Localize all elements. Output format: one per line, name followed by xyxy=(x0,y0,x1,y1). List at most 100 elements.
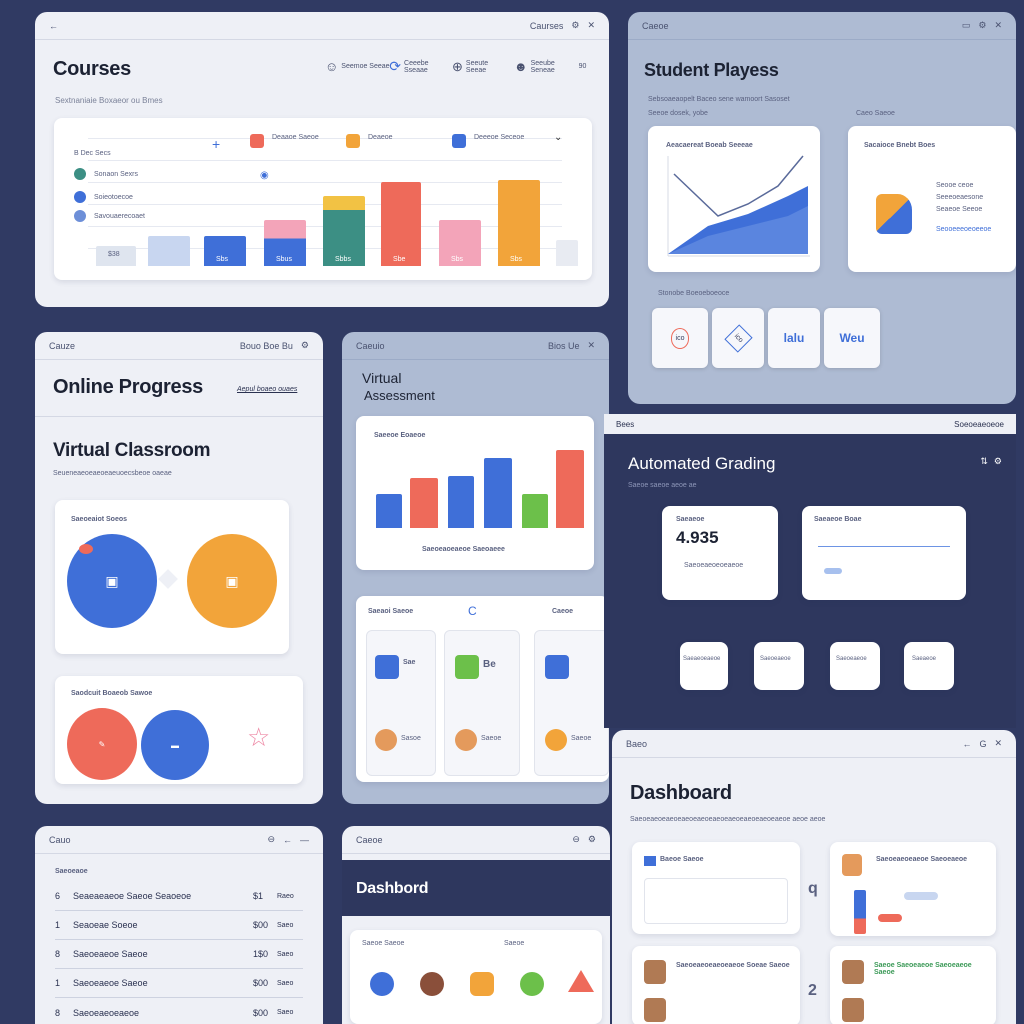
header-link[interactable]: Aepul boaeo ouaes xyxy=(237,386,297,393)
star-icon[interactable]: ☆ xyxy=(247,722,270,753)
row-num: 8 xyxy=(55,949,61,959)
header-action-label: Seemoe Seeae xyxy=(341,63,390,70)
table-row[interactable]: 6 Seaeaeaeoe Saeoe Seaoeoe $1 Raeo xyxy=(55,882,303,911)
dot-icon xyxy=(74,168,86,180)
monitor-icon: ▣ xyxy=(105,572,119,589)
avatar[interactable] xyxy=(420,972,444,996)
close-icon[interactable]: ✕ xyxy=(587,340,595,351)
panel-title: Virtual xyxy=(362,370,402,386)
assessment-tile[interactable]: Saeoe xyxy=(534,630,609,776)
assessment-tile[interactable]: Be Saeoe xyxy=(444,630,520,776)
grade-chip[interactable]: Saeaeoeaeoe xyxy=(680,642,728,690)
settings-icon[interactable]: ⚙ xyxy=(301,340,309,351)
link-icon[interactable]: ⊖ xyxy=(572,834,580,845)
close-icon[interactable]: ✕ xyxy=(994,20,1002,31)
chip-label: Saeaeoeaeoe xyxy=(683,656,721,662)
sort-icon[interactable]: ⇅ xyxy=(980,456,988,467)
header-extra: 90 xyxy=(578,63,587,70)
achievement-chip[interactable]: ico xyxy=(652,308,708,368)
legend-swatch-orange xyxy=(346,134,360,148)
refresh-icon[interactable]: ⟳ Ceeebe Sseaae xyxy=(389,58,440,75)
list-panel: Cauo ⊖ ← — Saeoeaoe 6 Seaeaeaeoe Saeoe S… xyxy=(35,826,323,1024)
back-icon[interactable]: ← xyxy=(283,835,292,845)
plus-icon[interactable]: + xyxy=(212,136,220,152)
table-row[interactable]: 1 Seaoeae Soeoe $00 Saeo xyxy=(55,911,303,940)
app-icon[interactable] xyxy=(470,972,494,996)
courses-panel: ← Caurses ⚙ ✕ Courses ☺ Seemoe Seeae ⟳ Cee… xyxy=(35,12,609,307)
tile-name: Saeoe xyxy=(571,735,592,742)
panel-title: Automated Grading xyxy=(628,454,776,473)
diamond-icon xyxy=(158,569,178,589)
card-label: Caeo Saeoe xyxy=(856,110,895,117)
minimize-icon[interactable]: — xyxy=(300,835,309,845)
row-num: 1 xyxy=(55,920,61,930)
score-caption: Saeoeaeoeoeaeoe xyxy=(684,562,744,569)
table-row[interactable]: 1 Saeoeaeoe Saeoe $00 Saeo xyxy=(55,969,303,998)
assessment-tile[interactable]: Sae Sasoe xyxy=(366,630,436,776)
refresh-icon[interactable]: C xyxy=(468,604,477,618)
grade-chip[interactable]: Saeaeoe xyxy=(904,642,954,690)
person-icon[interactable]: ☺ Seemoe Seeae xyxy=(325,59,390,74)
virtual-assessment-panel: Caeuio Bios Ue ✕ Virtual Assessment Saee… xyxy=(342,332,609,804)
stat-number: q xyxy=(808,880,818,897)
pie-chart-icon xyxy=(876,194,912,234)
dashboard-card: Saeoeaeoeaeoeaeoe Soeae Saeoe xyxy=(632,946,800,1024)
dashboard-card: Baeoe Saeoe xyxy=(632,842,800,934)
table-row[interactable]: 8 Saeoeaeoe Saeoe 1$0 Saeo xyxy=(55,940,303,969)
online-progress-panel: Cauze Bouo Boe Bu ⚙ Online Progress Aepu… xyxy=(35,332,323,804)
back-icon[interactable]: ← xyxy=(49,21,58,31)
window-minimize-icon[interactable]: ▭ xyxy=(962,20,971,31)
chart-icon: lalu xyxy=(783,331,805,345)
bar-5 xyxy=(522,494,548,528)
table-row[interactable]: 8 Saeoeaeoeaeoe $00 Saeo xyxy=(55,998,303,1024)
grade-chip[interactable]: Saeoeaeoe xyxy=(830,642,880,690)
achievement-chip[interactable]: lalu xyxy=(768,308,820,368)
panel-title: Online Progress xyxy=(53,376,203,398)
avatar xyxy=(644,960,666,984)
settings-icon[interactable]: ⚙ xyxy=(588,834,596,845)
settings-icon[interactable]: ⚙ xyxy=(994,456,1002,467)
close-icon[interactable]: ✕ xyxy=(587,20,595,31)
globe-icon[interactable] xyxy=(370,972,394,996)
orange-circle[interactable]: ▣ xyxy=(187,534,277,628)
summary-line: Seooe ceoe xyxy=(936,182,974,189)
blue-circle[interactable]: ▬ xyxy=(141,710,209,780)
chip-label: Saeoeaeoe xyxy=(760,656,791,662)
automated-grading-panel: Bees Soeoeaeoeoe Automated Grading ⇅ ⚙ S… xyxy=(604,414,1016,728)
download-icon[interactable]: ⊕ Seeute Seeae xyxy=(452,59,502,75)
bar-7: Sbs xyxy=(439,220,481,266)
dashboard-card: Saeoe Saeoeaeoe Saeoeaeoe Saeoe xyxy=(830,946,996,1024)
close-icon[interactable]: ✕ xyxy=(994,738,1002,749)
row-value: $00 xyxy=(253,978,269,988)
settings-icon[interactable]: ⚙ xyxy=(978,20,986,31)
achievement-chip[interactable]: ico xyxy=(712,308,764,368)
grading-topbar-right: Soeoeaeoeoe xyxy=(954,419,1004,429)
dashbord-panel: Caeoe ⊖ ⚙ Dashbord Saeoe Saeoe Saeoe xyxy=(342,826,610,1024)
back-icon[interactable]: ← xyxy=(962,739,971,749)
link-icon[interactable]: ⊖ xyxy=(267,834,275,845)
section-label: Saeaoi Saeoe xyxy=(368,608,414,615)
section-label: Stonobe Boeoeboeoce xyxy=(658,290,730,297)
online-topbar: Cauze Bouo Boe Bu ⚙ xyxy=(35,332,323,360)
card-label: Saeoe Saeoe xyxy=(362,940,405,947)
grade-chip[interactable]: Saeoeaeoe xyxy=(754,642,804,690)
chip-label: Saeaeoe xyxy=(912,656,937,662)
legend-label: Deaeoe xyxy=(368,134,393,141)
app-icon[interactable] xyxy=(520,972,544,996)
warning-icon[interactable] xyxy=(568,970,594,992)
achievement-chip[interactable]: Weu xyxy=(824,308,880,368)
legend-label: Deaaoe Saeoe xyxy=(272,134,319,141)
online-topbar-right: Bouo Boe Bu xyxy=(239,340,293,351)
avatar xyxy=(842,998,864,1022)
bar-4: Sbus xyxy=(264,220,306,266)
group-icon[interactable]: ☻ Seeube Seneae xyxy=(514,59,567,74)
bar-label: $38 xyxy=(108,251,120,258)
settings-icon[interactable]: ⚙ xyxy=(571,20,579,31)
bar-label: Sbs xyxy=(216,256,229,263)
chevron-down-icon[interactable]: ⌄ xyxy=(554,132,562,143)
pill xyxy=(904,892,938,900)
row-name: Seaeaeaeoe Saeoe Seaoeoe xyxy=(73,891,192,901)
panel-title-line2: Assessment xyxy=(364,388,435,403)
red-circle[interactable]: ✎ xyxy=(67,708,137,780)
refresh-icon[interactable]: G xyxy=(979,739,986,749)
